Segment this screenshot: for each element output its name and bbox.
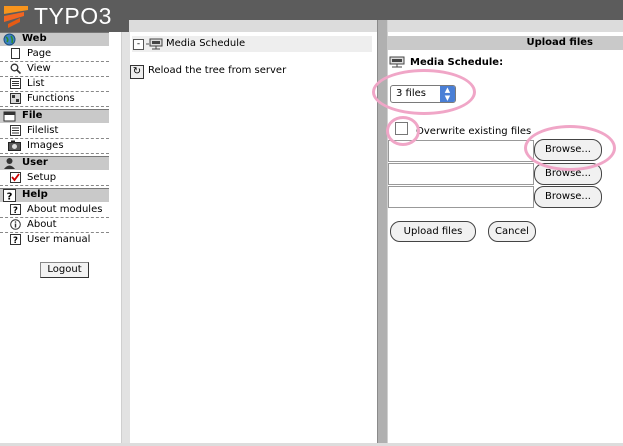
- menu-item-page[interactable]: Page: [0, 47, 109, 62]
- menu-item-label: About: [27, 219, 57, 230]
- menu-item-functions[interactable]: Functions: [0, 92, 109, 107]
- question-icon: ?: [10, 234, 21, 245]
- file-input-2[interactable]: [388, 163, 534, 185]
- tree-root-node[interactable]: - Media Schedule: [132, 36, 372, 52]
- upload-files-button[interactable]: Upload files: [390, 221, 476, 242]
- menu-group-label: Help: [22, 189, 48, 200]
- menu-item-label: Setup: [27, 172, 57, 183]
- typo3-logo-icon: [4, 6, 28, 28]
- highlight-file-count: [372, 69, 476, 115]
- camera-icon: [8, 140, 21, 151]
- page-icon: [11, 48, 20, 59]
- upload-panel-header: Upload files: [387, 36, 623, 50]
- question-icon: ?: [10, 204, 21, 215]
- globe-icon: [3, 33, 16, 46]
- site-root-icon: [146, 38, 163, 50]
- menu-group-label: User: [22, 157, 48, 168]
- svg-text:?: ?: [13, 206, 18, 215]
- frame-separator-left[interactable]: [121, 32, 130, 446]
- functions-icon: [10, 93, 21, 104]
- browse-button-3[interactable]: Browse...: [534, 186, 602, 208]
- svg-text:?: ?: [7, 192, 13, 203]
- menu-item-images[interactable]: Images: [0, 139, 109, 154]
- menu-item-view[interactable]: View: [0, 62, 109, 77]
- checkbox-icon: [10, 172, 21, 183]
- menu-item-label: View: [27, 63, 51, 74]
- file-input-3[interactable]: [388, 186, 534, 208]
- logo-text: TYPO3: [34, 3, 112, 29]
- menu-item-label: Page: [27, 48, 52, 59]
- info-icon: [10, 219, 21, 230]
- filelist-icon: [10, 125, 21, 136]
- site-root-icon: [389, 56, 405, 68]
- menu-group-web: Web: [0, 32, 109, 46]
- menu-item-label: Functions: [27, 93, 75, 104]
- header-strip: [129, 20, 623, 32]
- menu-item-list[interactable]: List: [0, 77, 109, 92]
- menu-item-label: User manual: [27, 234, 91, 245]
- target-page-label: Media Schedule:: [410, 57, 504, 68]
- cancel-button[interactable]: Cancel: [488, 221, 536, 242]
- list-icon: [10, 78, 21, 89]
- menu-group-label: File: [22, 110, 43, 121]
- left-menu: Web Page View List Functions File Fileli…: [0, 32, 111, 446]
- top-header: TYPO3: [0, 0, 623, 32]
- tree-collapse-toggle[interactable]: -: [133, 39, 144, 50]
- file-icon: [3, 111, 16, 122]
- help-icon: ?: [3, 189, 16, 202]
- logout-button[interactable]: Logout: [40, 262, 89, 278]
- upload-panel-title: Upload files: [526, 37, 593, 48]
- menu-item-label: Images: [27, 140, 64, 151]
- menu-group-file: File: [0, 109, 109, 123]
- menu-item-label: List: [27, 78, 45, 89]
- menu-group-user: User: [0, 156, 109, 170]
- highlight-overwrite: [386, 116, 420, 146]
- menu-item-label: About modules: [27, 204, 103, 215]
- highlight-browse: [524, 125, 616, 171]
- svg-text:?: ?: [13, 236, 18, 245]
- tree-root-label[interactable]: Media Schedule: [166, 38, 245, 49]
- menu-item-about[interactable]: About: [0, 218, 109, 233]
- typo3-logo: TYPO3: [2, 2, 111, 30]
- menu-item-about-modules[interactable]: ? About modules: [0, 203, 109, 218]
- menu-item-label: Filelist: [27, 125, 59, 136]
- menu-item-setup[interactable]: Setup: [0, 171, 109, 186]
- magnifier-icon: [10, 63, 21, 74]
- reload-tree-label[interactable]: Reload the tree from server: [148, 65, 286, 76]
- menu-item-user-manual[interactable]: ? User manual: [0, 233, 109, 247]
- menu-group-help: ? Help: [0, 188, 109, 202]
- overwrite-label[interactable]: Overwrite existing files: [416, 126, 531, 137]
- menu-item-filelist[interactable]: Filelist: [0, 124, 109, 139]
- menu-group-label: Web: [22, 33, 47, 44]
- refresh-icon: ↻: [130, 65, 144, 79]
- user-icon: [4, 158, 15, 169]
